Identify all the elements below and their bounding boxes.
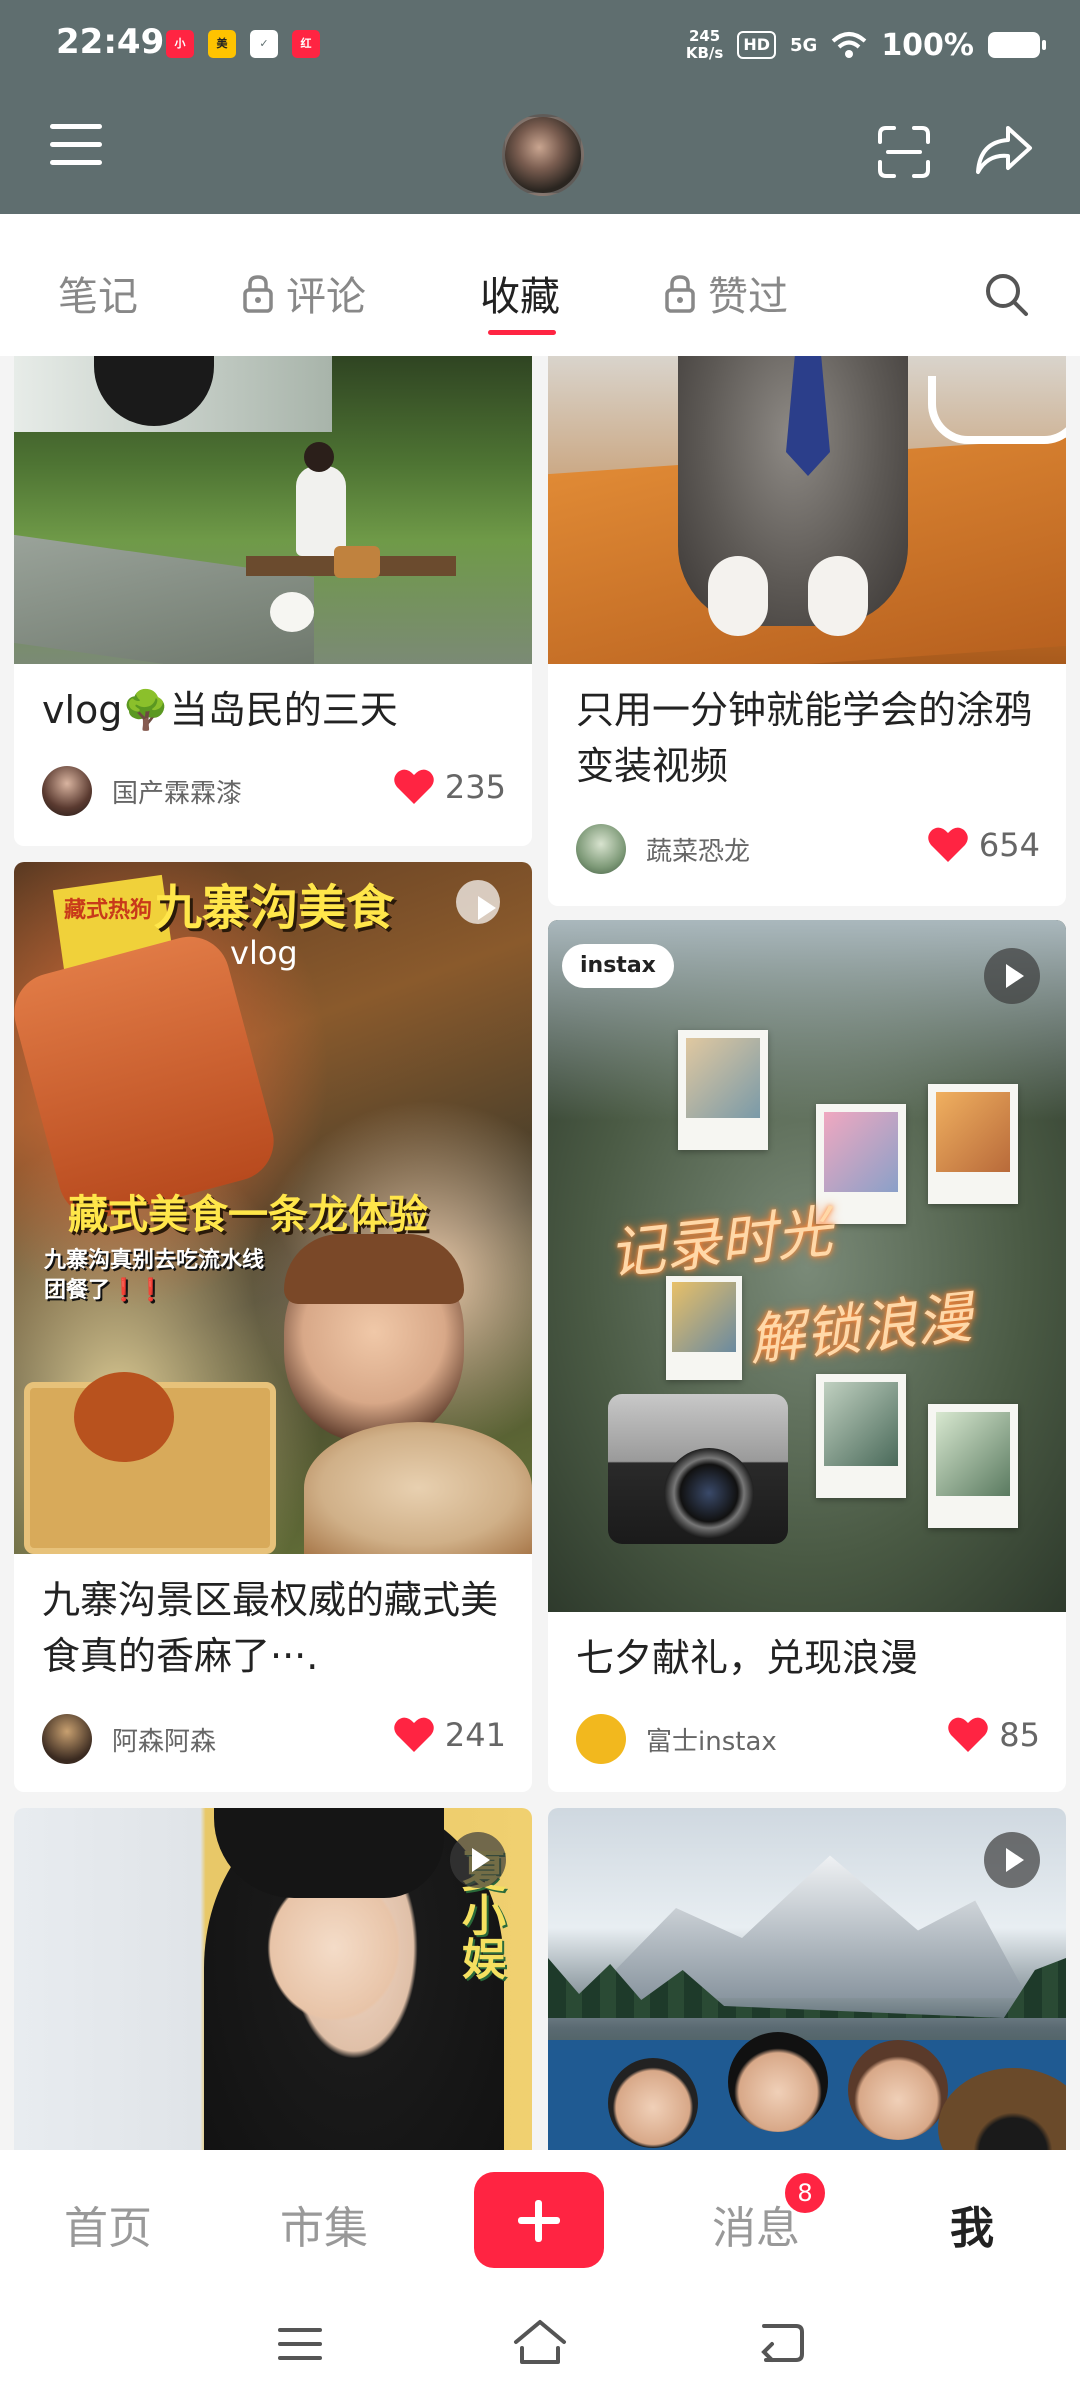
tab-comments[interactable]: 评论 — [242, 264, 366, 322]
scan-icon[interactable] — [876, 124, 932, 180]
lock-icon — [665, 275, 695, 313]
back-icon[interactable] — [756, 2320, 806, 2364]
note-title: vlog🌳当岛民的三天 — [42, 688, 398, 732]
nav-me[interactable]: 我 — [950, 2192, 994, 2256]
note-cover-image: 藏式热狗 九寨沟美食 vlog 藏式美食一条龙体验 九寨沟真别去吃流水线团餐了❗… — [14, 862, 532, 1554]
menu-icon[interactable] — [50, 124, 102, 170]
check-notification-icon: ✓ — [250, 30, 278, 58]
author-avatar — [576, 1714, 626, 1764]
heart-icon — [948, 1717, 989, 1752]
active-tab-indicator — [488, 330, 556, 335]
notification-icon: 红 — [292, 30, 320, 58]
note-cover-image — [548, 356, 1066, 664]
author-avatar — [42, 1714, 92, 1764]
author-avatar — [576, 824, 626, 874]
author-name: 阿森阿森 — [112, 1726, 217, 1757]
favorites-feed: vlog🌳当岛民的三天 国产霖霖漆 235 只用一分钟就能学会的涂鸦变装视频 蔬… — [0, 356, 1080, 2150]
heart-icon — [394, 1717, 434, 1752]
note-card[interactable]: 夏小娱 — [14, 1808, 532, 2150]
like-count[interactable]: 235 — [393, 768, 506, 806]
like-count[interactable]: 85 — [947, 1716, 1040, 1754]
note-author[interactable]: 富士instax — [576, 1714, 777, 1764]
brand-badge: instax — [562, 944, 674, 988]
search-icon[interactable] — [982, 270, 1032, 320]
note-cover-image: instax 记录时光 解锁浪漫 — [548, 920, 1066, 1612]
author-name: 富士instax — [646, 1726, 777, 1757]
cover-line-2: 解锁浪漫 — [745, 1285, 976, 1374]
status-bar: 22:49 小 美 ✓ 红 245 KB/s HD 5G 100% — [0, 0, 1080, 90]
tab-notes[interactable]: 笔记 — [58, 264, 138, 322]
like-count[interactable]: 654 — [927, 826, 1040, 864]
battery-icon — [988, 32, 1046, 58]
wifi-icon — [831, 32, 867, 58]
home-icon[interactable] — [512, 2318, 568, 2366]
share-icon[interactable] — [974, 120, 1034, 180]
cover-main-text: 藏式美食一条龙体验 — [68, 1192, 428, 1238]
note-card[interactable]: vlog🌳当岛民的三天 国产霖霖漆 235 — [14, 356, 532, 846]
play-icon — [456, 880, 500, 924]
note-author[interactable]: 蔬菜恐龙 — [576, 824, 750, 874]
note-author[interactable]: 国产霖霖漆 — [42, 766, 242, 816]
net-speed: 245 KB/s — [685, 27, 724, 62]
note-card[interactable]: instax 记录时光 解锁浪漫 七夕献礼，兑现浪漫 富士instax 85 — [548, 920, 1066, 1792]
cover-headline: 九寨沟美食 — [154, 880, 395, 936]
notification-icon: 小 — [166, 30, 194, 58]
play-icon — [450, 1832, 506, 1888]
play-icon — [984, 948, 1040, 1004]
status-indicators: 245 KB/s HD 5G 100% — [685, 22, 1046, 68]
nav-market[interactable]: 市集 — [280, 2192, 368, 2256]
heart-icon — [928, 827, 968, 862]
messages-badge: 8 — [782, 2170, 828, 2216]
tab-liked-label: 赞过 — [708, 274, 788, 320]
box-label: 藏式热狗 — [64, 898, 153, 923]
nav-home[interactable]: 首页 — [64, 2192, 152, 2256]
tab-liked[interactable]: 赞过 — [664, 264, 788, 322]
lock-icon — [243, 275, 273, 313]
author-name: 国产霖霖漆 — [112, 778, 243, 809]
battery-percent: 100% — [881, 27, 974, 63]
note-cover-image: 夏小娱 — [14, 1808, 532, 2150]
note-cover-image — [548, 1808, 1066, 2150]
heart-icon — [394, 769, 434, 804]
note-title: 七夕献礼，兑现浪漫 — [576, 1636, 919, 1680]
play-icon — [984, 1832, 1040, 1888]
note-cover-image — [14, 356, 532, 664]
author-avatar — [42, 766, 92, 816]
cover-sub-text: 九寨沟真别去吃流水线团餐了❗❗ — [44, 1248, 265, 1303]
cover-vlog-tag: vlog — [230, 934, 298, 972]
system-navigation-bar — [0, 2284, 1080, 2404]
avatar[interactable] — [502, 114, 584, 196]
author-name: 蔬菜恐龙 — [646, 836, 751, 867]
note-title: 只用一分钟就能学会的涂鸦变装视频 — [576, 688, 1033, 788]
signal-icon: 5G — [790, 34, 818, 56]
recents-icon[interactable] — [278, 2324, 322, 2364]
like-count[interactable]: 241 — [393, 1716, 506, 1754]
profile-header — [0, 90, 1080, 214]
tab-favorites[interactable]: 收藏 — [480, 264, 560, 322]
bottom-nav: 首页 市集 消息 8 我 — [0, 2150, 1080, 2284]
cover-line-1: 记录时光 — [605, 1199, 836, 1288]
tab-comments-label: 评论 — [286, 274, 366, 320]
note-title: 九寨沟景区最权威的藏式美食真的香麻了···. — [42, 1578, 499, 1678]
status-time: 22:49 — [56, 22, 165, 62]
hd-icon: HD — [737, 31, 776, 59]
note-card[interactable]: 只用一分钟就能学会的涂鸦变装视频 蔬菜恐龙 654 — [548, 356, 1066, 906]
note-author[interactable]: 阿森阿森 — [42, 1714, 216, 1764]
create-post-button[interactable] — [474, 2172, 604, 2268]
note-card[interactable]: 藏式热狗 九寨沟美食 vlog 藏式美食一条龙体验 九寨沟真别去吃流水线团餐了❗… — [14, 862, 532, 1792]
notification-icon: 美 — [208, 30, 236, 58]
profile-tabs: 笔记 评论 收藏 赞过 — [0, 214, 1080, 356]
note-card[interactable] — [548, 1808, 1066, 2150]
